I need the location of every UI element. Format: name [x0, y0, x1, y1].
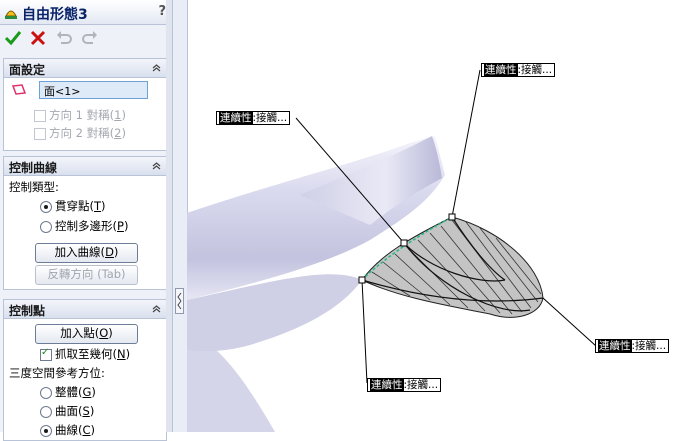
freeform-feature-icon: [5, 10, 17, 19]
through-points-radio[interactable]: 貫穿點(T): [40, 198, 106, 214]
face-settings-group: 面設定 面<1> 方向 1 對稱(1) 方向 2 對稱(2): [3, 58, 167, 151]
radio-dot: [40, 386, 52, 399]
global-radio[interactable]: 整體(G): [40, 384, 96, 400]
direction-1-symmetry-checkbox[interactable]: 方向 1 對稱(1): [34, 107, 126, 123]
collapse-chevron-icon[interactable]: [151, 62, 162, 73]
face-settings-header[interactable]: 面設定: [4, 59, 166, 78]
collapse-chevron-icon[interactable]: [151, 160, 162, 171]
triad-orientation-label: 三度空間參考方位:: [9, 366, 105, 380]
curve-radio[interactable]: 曲線(C): [40, 422, 95, 438]
panel-titlebar: 自由形態3 ?: [0, 0, 172, 25]
continuity-callout[interactable]: 連續性:接觸...: [216, 111, 291, 125]
radio-dot: [40, 220, 52, 233]
control-points-group: 控制點 加入點(O) 抓取至幾何(N) 三度空間參考方位: 整體(G) 曲面(S…: [3, 299, 167, 441]
panel-title: 自由形態3: [22, 7, 88, 23]
control-polygon-radio[interactable]: 控制多邊形(P): [40, 218, 128, 234]
checkbox-box: [34, 127, 46, 140]
snap-to-geometry-checkbox[interactable]: 抓取至幾何(N): [40, 346, 130, 362]
radio-dot: [40, 200, 52, 213]
help-button[interactable]: ?: [158, 4, 166, 19]
control-curves-group: 控制曲線 控制類型: 貫穿點(T) 控制多邊形(P) 加入曲線(D) 反轉方向 …: [3, 156, 167, 290]
graphics-viewport[interactable]: [187, 0, 695, 432]
property-manager-panel: 自由形態3 ? 面設定 面<1> 方向 1 對稱(1) 方向 2 對稱(2) 控…: [0, 0, 172, 441]
continuity-callout[interactable]: 連續性:接觸...: [595, 339, 670, 353]
radio-dot: [40, 405, 52, 418]
control-curves-title: 控制曲線: [9, 161, 58, 175]
radio-dot: [40, 424, 52, 437]
panel-toolbar: [0, 26, 172, 52]
face-settings-title: 面設定: [9, 63, 46, 77]
undo-icon[interactable]: [55, 29, 73, 47]
collapse-chevron-icon[interactable]: [151, 303, 162, 314]
face-selection-value: 面<1>: [44, 85, 81, 98]
control-type-label: 控制類型:: [9, 180, 59, 194]
continuity-callout[interactable]: 連續性:接觸...: [367, 378, 442, 392]
flip-direction-button[interactable]: 反轉方向 (Tab): [35, 265, 138, 285]
add-point-button[interactable]: 加入點(O): [35, 324, 138, 344]
continuity-callout[interactable]: 連續性:接觸...: [481, 63, 556, 77]
control-points-title: 控制點: [9, 304, 46, 318]
direction-2-symmetry-checkbox[interactable]: 方向 2 對稱(2): [34, 125, 126, 141]
collapse-arrow-icon[interactable]: [175, 288, 184, 314]
control-points-header[interactable]: 控制點: [4, 300, 166, 319]
face-selection-box[interactable]: 面<1>: [39, 81, 148, 99]
surface-radio[interactable]: 曲面(S): [40, 403, 94, 419]
face-selection-icon: [11, 84, 27, 95]
control-curves-header[interactable]: 控制曲線: [4, 157, 166, 176]
panel-splitter[interactable]: [172, 0, 188, 432]
add-curve-button[interactable]: 加入曲線(D): [35, 243, 138, 263]
redo-icon[interactable]: [81, 29, 99, 47]
cancel-x-icon[interactable]: [29, 29, 47, 47]
checkbox-box: [40, 347, 52, 361]
checkbox-box: [34, 109, 46, 122]
ok-checkmark-icon[interactable]: [4, 29, 22, 47]
